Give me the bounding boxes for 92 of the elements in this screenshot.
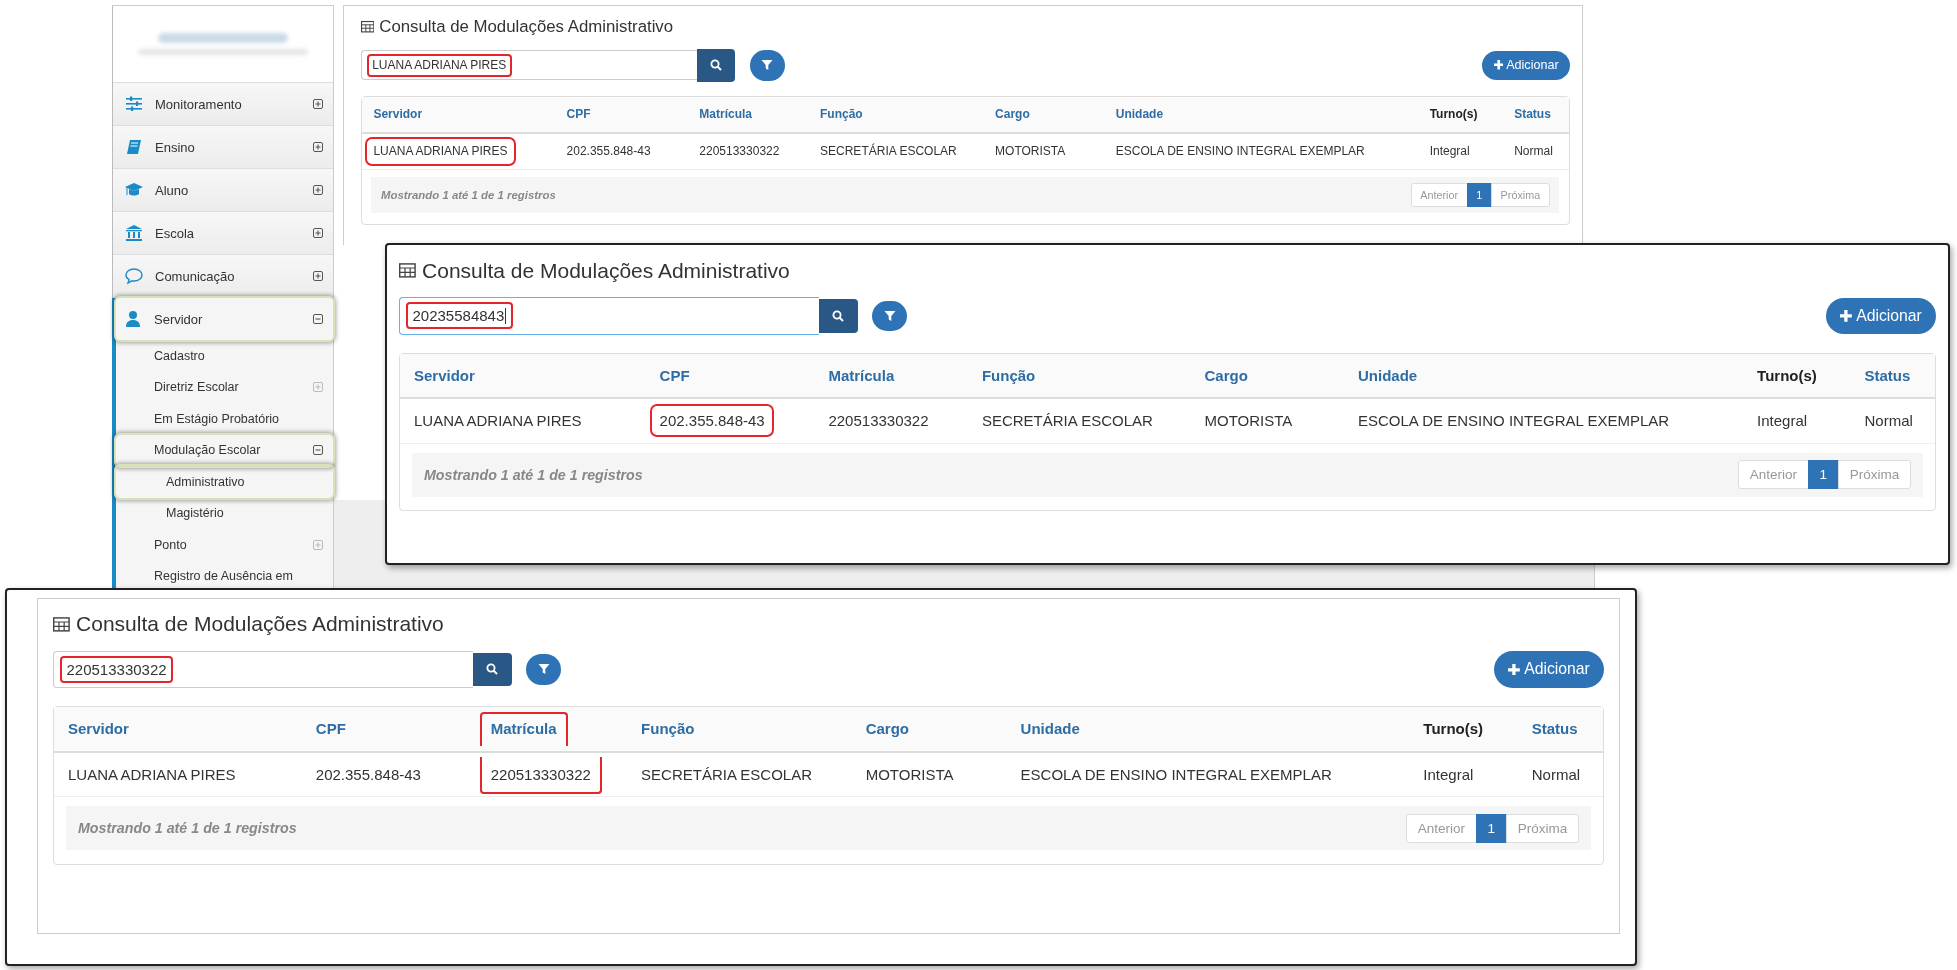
expand-icon[interactable] xyxy=(313,99,323,109)
menu-icon xyxy=(125,138,143,156)
filter-icon xyxy=(761,59,774,72)
menu-item[interactable]: Modulação Escolar xyxy=(116,434,333,466)
table-cell-text: LUANA ADRIANA PIRES xyxy=(413,411,583,432)
filter-button[interactable] xyxy=(872,300,907,332)
expand-icon[interactable] xyxy=(313,271,323,281)
table-cell-text: ESCOLA DE ENSINO INTEGRAL EXEMPLAR xyxy=(1019,764,1333,785)
table-cell-text: Integral xyxy=(1756,411,1809,432)
menu-icon xyxy=(125,224,143,242)
menu-item[interactable]: Registro de Ausência em xyxy=(116,560,333,592)
search-field[interactable]: LUANA ADRIANA PIRES xyxy=(360,50,697,81)
table-cell-text: Normal xyxy=(1530,764,1582,785)
menu-item[interactable]: Cadastro xyxy=(116,340,333,372)
column-header: Turno(s) xyxy=(1756,365,1818,386)
column-header: Turno(s) xyxy=(1422,719,1485,740)
table-cell: 220513330322 xyxy=(479,756,602,794)
panel-title: Consulta de Modulações Administrativo xyxy=(379,16,674,37)
table-icon xyxy=(399,262,416,279)
table-cell-text: 202.355.848-43 xyxy=(565,143,652,161)
filter-icon xyxy=(537,663,550,676)
table-cell-text: 220513330322 xyxy=(827,411,930,432)
column-header[interactable]: Função xyxy=(975,361,1042,389)
add-button[interactable]: Adicionar xyxy=(1826,297,1936,335)
column-header[interactable]: Servidor xyxy=(407,361,482,389)
table-cell-text: ESCOLA DE ENSINO INTEGRAL EXEMPLAR xyxy=(1114,143,1366,161)
records-summary: Mostrando 1 até 1 de 1 registros xyxy=(381,188,556,201)
menu-icon xyxy=(125,267,143,285)
plus-icon xyxy=(1840,310,1853,322)
collapse-icon[interactable] xyxy=(313,445,323,456)
filter-button[interactable] xyxy=(750,49,785,81)
column-header[interactable]: Unidade xyxy=(1110,103,1169,127)
column-header[interactable]: Matrícula xyxy=(479,712,568,747)
table-cell-text: SECRETÁRIA ESCOLAR xyxy=(640,764,813,785)
menu-item[interactable]: Diretriz Escolar xyxy=(116,371,333,403)
table-icon xyxy=(360,20,375,34)
add-button[interactable]: Adicionar xyxy=(1494,651,1604,688)
column-header[interactable]: CPF xyxy=(653,361,697,389)
column-header[interactable]: CPF xyxy=(560,103,597,127)
search-field[interactable]: 220513330322 xyxy=(53,650,473,689)
menu-item[interactable]: Ponto xyxy=(116,529,333,561)
table-cell-text: SECRETÁRIA ESCOLAR xyxy=(980,411,1154,432)
table-cell-text: Normal xyxy=(1513,143,1554,161)
table-cell: 202.355.848-43 xyxy=(653,407,772,435)
column-header[interactable]: Função xyxy=(634,715,701,743)
column-header: Turno(s) xyxy=(1428,106,1479,124)
column-header[interactable]: CPF xyxy=(309,715,353,743)
search-button[interactable] xyxy=(473,652,512,687)
search-icon xyxy=(832,309,845,322)
column-header[interactable]: Unidade xyxy=(1014,715,1087,743)
search-button[interactable] xyxy=(819,299,858,333)
table-cell-text: LUANA ADRIANA PIRES xyxy=(67,764,237,785)
menu-icon xyxy=(125,95,143,113)
table-cell-text: Normal xyxy=(1863,411,1914,432)
records-summary: Mostrando 1 até 1 de 1 registros xyxy=(78,820,297,837)
page-button[interactable]: 1 xyxy=(1807,460,1839,490)
records-summary: Mostrando 1 até 1 de 1 registros xyxy=(424,466,643,483)
filter-icon xyxy=(883,309,896,322)
search-button[interactable] xyxy=(696,48,736,82)
add-button[interactable]: Adicionar xyxy=(1482,50,1570,80)
expand-icon[interactable] xyxy=(313,185,323,195)
table-cell-text: Integral xyxy=(1422,764,1475,785)
table-cell-text: 202.355.848-43 xyxy=(314,764,422,785)
panel-title: Consulta de Modulações Administrativo xyxy=(422,258,790,283)
search-icon xyxy=(486,663,499,676)
expand-icon[interactable] xyxy=(313,142,323,152)
table-cell: LUANA ADRIANA PIRES xyxy=(367,140,514,163)
table-icon xyxy=(53,615,70,633)
panel-title: Consulta de Modulações Administrativo xyxy=(76,612,444,636)
menu-item[interactable]: Magistério xyxy=(116,497,333,529)
menu-icon xyxy=(124,310,142,328)
search-field[interactable]: 20235584843 xyxy=(399,297,819,335)
filter-button[interactable] xyxy=(526,654,561,685)
plus-icon xyxy=(1493,60,1503,70)
table-cell-text: MOTORISTA xyxy=(1203,411,1294,432)
table-cell-text: Integral xyxy=(1428,143,1471,161)
table-cell-text: MOTORISTA xyxy=(864,764,955,785)
table-cell-text: 220513330322 xyxy=(698,143,781,161)
search-icon xyxy=(710,59,723,72)
page-button[interactable]: 1 xyxy=(1466,183,1492,207)
menu-item[interactable]: Em Estágio Probatório xyxy=(116,403,333,435)
menu-item[interactable]: Administrativo xyxy=(116,466,333,498)
menu-item[interactable]: Servidor xyxy=(116,298,333,340)
collapse-icon[interactable] xyxy=(313,314,323,324)
expand-icon[interactable] xyxy=(313,228,323,238)
table-cell-text: MOTORISTA xyxy=(994,143,1067,161)
plus-icon xyxy=(1508,663,1521,676)
column-header[interactable]: Unidade xyxy=(1351,361,1424,389)
column-header[interactable]: Servidor xyxy=(61,715,136,743)
page-button[interactable]: 1 xyxy=(1475,813,1507,843)
table-cell-text: ESCOLA DE ENSINO INTEGRAL EXEMPLAR xyxy=(1357,411,1671,432)
table-cell-text: SECRETÁRIA ESCOLAR xyxy=(819,142,958,161)
